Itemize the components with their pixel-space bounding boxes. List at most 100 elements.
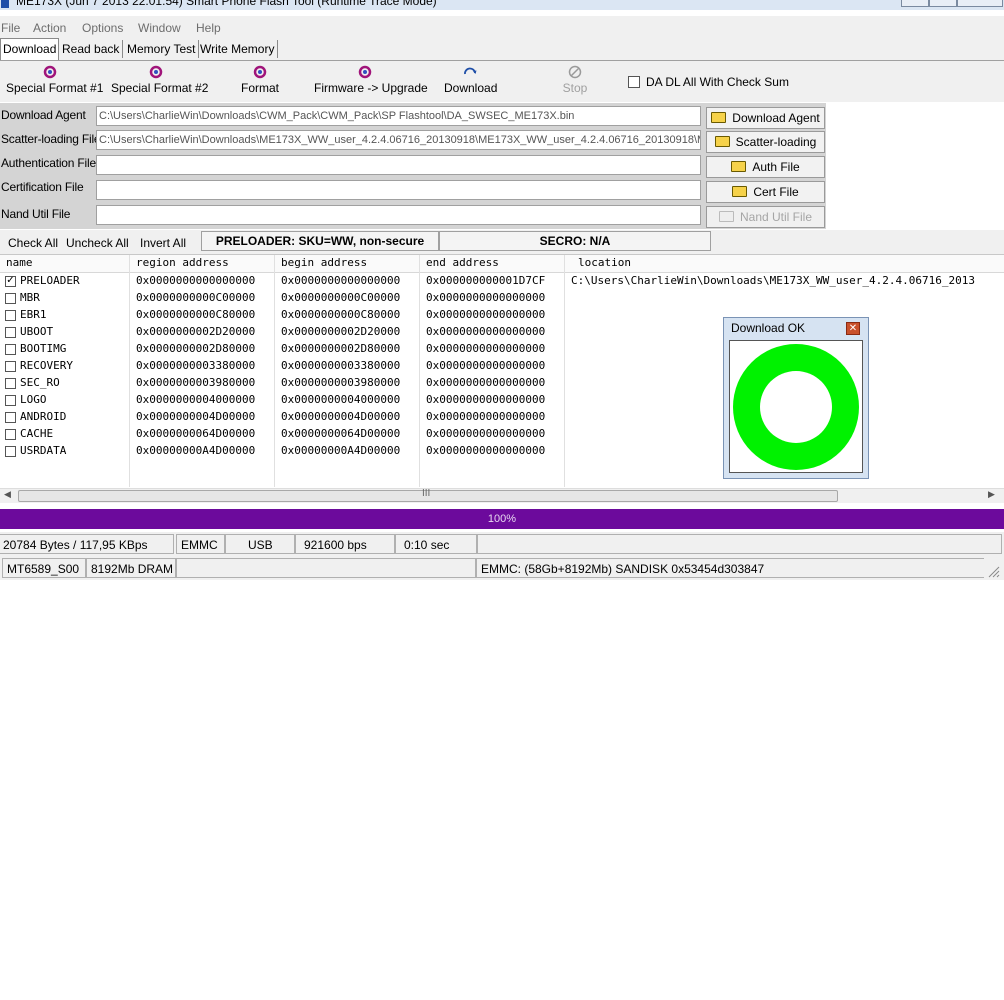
cell-begin-address: 0x0000000003380000: [281, 359, 401, 372]
dialog-close-icon[interactable]: ✕: [846, 322, 860, 335]
row-checkbox[interactable]: [5, 310, 16, 321]
format-button[interactable]: Format: [239, 65, 281, 95]
table-row[interactable]: MBR 0x0000000000C00000 0x0000000000C00000 0…: [0, 290, 1004, 307]
cell-region-address: 0x0000000004D00000: [136, 410, 256, 423]
download-agent-label: Download Agent: [1, 108, 86, 122]
menu-file[interactable]: File: [1, 21, 20, 35]
cell-end-address: 0x0000000000000000: [426, 342, 546, 355]
row-checkbox[interactable]: ✓: [5, 276, 16, 287]
dialog-title: Download OK: [731, 321, 806, 335]
cert-file-button[interactable]: Cert File: [706, 181, 825, 203]
cell-region-address: 0x0000000000C80000: [136, 308, 256, 321]
progress-text: 100%: [487, 513, 517, 525]
download-agent-input[interactable]: C:\Users\CharlieWin\Downloads\CWM_Pack\C…: [96, 106, 701, 126]
special-format-1-button[interactable]: Special Format #1: [6, 65, 103, 95]
cell-name: ANDROID: [20, 410, 67, 423]
status-dram: 8192Mb DRAM: [86, 558, 176, 578]
status-baud-rate: 921600 bps: [295, 534, 395, 554]
cell-region-address: 0x0000000002D80000: [136, 342, 256, 355]
folder-icon: [714, 136, 730, 147]
format-icon: [149, 65, 163, 79]
cell-region-address: 0x0000000000000000: [136, 274, 256, 287]
status-chip: MT6589_S00: [2, 558, 86, 578]
invert-all-button[interactable]: Invert All: [140, 236, 186, 250]
scroll-left-arrow-icon[interactable]: ◀: [4, 489, 11, 500]
row-checkbox[interactable]: [5, 395, 16, 406]
download-button[interactable]: Download: [444, 65, 497, 95]
row-checkbox[interactable]: [5, 293, 16, 304]
certification-file-input[interactable]: [96, 180, 701, 200]
row-checkbox[interactable]: [5, 361, 16, 372]
column-header-name[interactable]: name: [6, 256, 33, 269]
row-checkbox[interactable]: [5, 446, 16, 457]
row-checkbox[interactable]: [5, 412, 16, 423]
column-header-begin[interactable]: begin address: [281, 256, 367, 269]
cell-end-address: 0x0000000000000000: [426, 376, 546, 389]
cell-name: MBR: [20, 291, 40, 304]
cell-begin-address: 0x0000000000C80000: [281, 308, 401, 321]
cell-begin-address: 0x0000000003980000: [281, 376, 401, 389]
format-icon: [253, 65, 267, 79]
scrollbar-grip: III: [422, 488, 431, 499]
cell-name: CACHE: [20, 427, 54, 440]
download-arrow-icon: [464, 67, 477, 75]
column-header-region[interactable]: region address: [136, 256, 229, 269]
authentication-file-input[interactable]: [96, 155, 701, 175]
cell-begin-address: 0x0000000002D80000: [281, 342, 401, 355]
authentication-file-label: Authentication File: [1, 156, 96, 170]
cell-name: SEC_RO: [20, 376, 60, 389]
cell-begin-address: 0x0000000000C00000: [281, 291, 401, 304]
row-checkbox[interactable]: [5, 378, 16, 389]
menu-help[interactable]: Help: [196, 21, 221, 35]
tab-download[interactable]: Download: [0, 38, 60, 60]
maximize-button[interactable]: [929, 0, 957, 7]
stop-icon: [568, 65, 582, 79]
column-header-end[interactable]: end address: [426, 256, 499, 269]
scroll-right-arrow-icon[interactable]: ▶: [988, 489, 995, 500]
tab-write-memory[interactable]: Write Memory: [197, 40, 279, 58]
format-icon: [43, 65, 57, 79]
row-checkbox[interactable]: [5, 327, 16, 338]
cell-name: UBOOT: [20, 325, 54, 338]
cell-end-address: 0x0000000000000000: [426, 308, 546, 321]
close-window-button[interactable]: [957, 0, 1003, 7]
folder-icon: [732, 186, 748, 197]
cell-end-address: 0x0000000000000000: [426, 444, 546, 457]
check-all-button[interactable]: Check All: [8, 236, 58, 250]
column-header-location[interactable]: location: [578, 256, 631, 269]
folder-icon: [711, 112, 727, 123]
row-checkbox[interactable]: [5, 429, 16, 440]
scatter-loading-button[interactable]: Scatter-loading: [706, 131, 825, 153]
tab-read-back[interactable]: Read back: [59, 40, 124, 58]
uncheck-all-button[interactable]: Uncheck All: [66, 236, 129, 250]
cell-end-address: 0x0000000000000000: [426, 393, 546, 406]
cell-region-address: 0x00000000A4D00000: [136, 444, 256, 457]
row-checkbox[interactable]: [5, 344, 16, 355]
resize-grip-icon[interactable]: [986, 564, 1000, 578]
auth-file-button[interactable]: Auth File: [706, 156, 825, 178]
cell-end-address: 0x0000000000000000: [426, 427, 546, 440]
tab-memory-test[interactable]: Memory Test: [124, 40, 200, 58]
stop-button[interactable]: Stop: [560, 65, 590, 95]
nand-util-file-input[interactable]: [96, 205, 701, 225]
firmware-upgrade-button[interactable]: Firmware -> Upgrade: [314, 65, 428, 95]
cell-name: EBR1: [20, 308, 47, 321]
cell-end-address: 0x0000000000000000: [426, 410, 546, 423]
cell-begin-address: 0x00000000A4D00000: [281, 444, 401, 457]
menu-action[interactable]: Action: [33, 21, 66, 35]
special-format-2-button[interactable]: Special Format #2: [111, 65, 208, 95]
cell-location: C:\Users\CharlieWin\Downloads\ME173X_WW_…: [571, 274, 975, 287]
status-emmc-info: EMMC: (58Gb+8192Mb) SANDISK 0x53454d3038…: [476, 558, 984, 578]
secro-info: SECRO: N/A: [439, 231, 711, 251]
table-row[interactable]: ✓ PRELOADER 0x0000000000000000 0x0000000000…: [0, 273, 1004, 290]
menu-window[interactable]: Window: [138, 21, 181, 35]
checksum-checkbox[interactable]: [628, 76, 640, 88]
minimize-button[interactable]: [901, 0, 929, 7]
nand-util-file-button[interactable]: Nand Util File: [706, 206, 825, 228]
status-blank: [176, 558, 476, 578]
menu-options[interactable]: Options: [82, 21, 123, 35]
scatter-loading-input[interactable]: C:\Users\CharlieWin\Downloads\ME173X_WW_…: [96, 130, 701, 150]
download-agent-button[interactable]: Download Agent: [706, 107, 825, 129]
cell-name: BOOTIMG: [20, 342, 67, 355]
nand-util-file-label: Nand Util File: [1, 207, 71, 221]
